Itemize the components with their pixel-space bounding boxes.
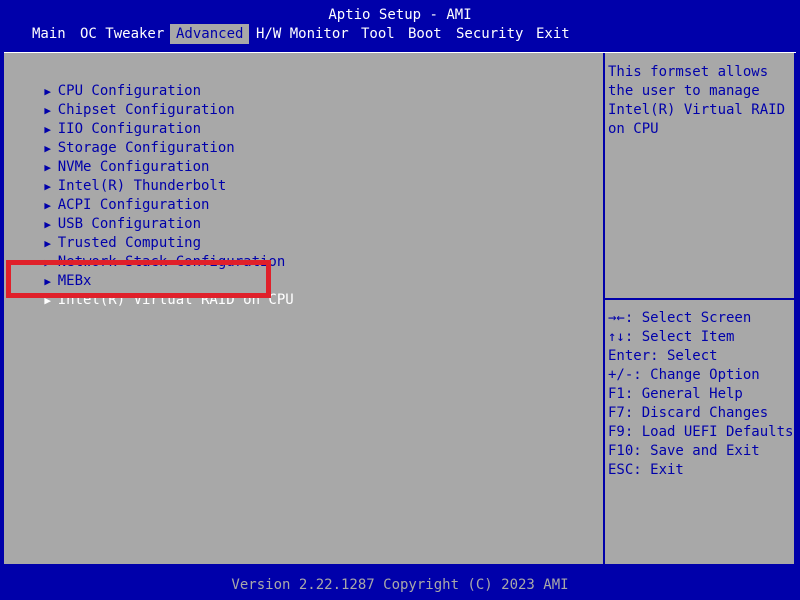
key-discard-changes: F7: Discard Changes [608, 405, 769, 421]
menu-item-cpu-configuration[interactable]: ▶ CPU Configuration [4, 63, 201, 99]
menu-item-storage-configuration[interactable]: ▶ Storage Configuration [4, 120, 234, 156]
menu-item-thunderbolt[interactable]: ▶ Intel(R) Thunderbolt [4, 158, 226, 194]
main-panel: ▶ CPU Configuration ▶ Chipset Configuratio… [4, 52, 796, 567]
menu-item-iio-configuration[interactable]: ▶ IIO Configuration [4, 101, 201, 137]
key-save-exit: F10: Save and Exit [608, 443, 760, 459]
tab-security[interactable]: Security [456, 24, 523, 44]
version-footer: Version 2.22.1287 Copyright (C) 2023 AMI [231, 577, 569, 593]
panel-border-right [794, 53, 796, 567]
menu-bar: Main OC Tweaker Advanced H/W Monitor Too… [0, 24, 800, 44]
key-legend: →←: Select Screen ↑↓: Select Item Enter:… [608, 309, 794, 480]
key-select-item: ↑↓: Select Item [608, 329, 735, 345]
key-enter-select: Enter: Select [608, 348, 718, 364]
tab-tool[interactable]: Tool [361, 24, 395, 44]
window-title: Aptio Setup - AMI [328, 7, 472, 23]
menu-item-trusted-computing[interactable]: ▶ Trusted Computing [4, 215, 201, 251]
panel-border-bottom [4, 564, 796, 566]
menu-item-network-stack-configuration[interactable]: ▶ Network Stack Configuration [4, 234, 285, 270]
menu-item-acpi-configuration[interactable]: ▶ ACPI Configuration [4, 177, 209, 213]
panel-divider [603, 53, 605, 565]
key-load-defaults: F9: Load UEFI Defaults [608, 424, 794, 440]
key-change-option: +/-: Change Option [608, 367, 760, 383]
tab-oc-tweaker[interactable]: OC Tweaker [80, 24, 164, 44]
tab-main[interactable]: Main [32, 24, 66, 44]
tab-advanced[interactable]: Advanced [170, 24, 250, 44]
key-select-screen: →←: Select Screen [608, 310, 752, 326]
tab-exit[interactable]: Exit [536, 24, 570, 44]
key-general-help: F1: General Help [608, 386, 743, 402]
tab-boot[interactable]: Boot [408, 24, 442, 44]
help-divider [605, 298, 795, 300]
menu-item-chipset-configuration[interactable]: ▶ Chipset Configuration [4, 82, 234, 118]
help-text: This formset allows the user to manage I… [608, 64, 794, 137]
menu-item-nvme-configuration[interactable]: ▶ NVMe Configuration [4, 139, 209, 175]
key-esc-exit: ESC: Exit [608, 462, 684, 478]
menu-item-usb-configuration[interactable]: ▶ USB Configuration [4, 196, 201, 232]
tab-hw-monitor[interactable]: H/W Monitor [256, 24, 349, 44]
selection-highlight-box [6, 260, 271, 298]
